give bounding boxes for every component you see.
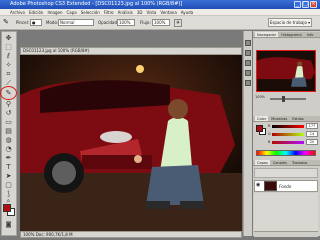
zoom-slider-handle[interactable] <box>282 96 285 102</box>
channel-b-label: B <box>268 140 271 144</box>
opacity-label: Opacidad: <box>98 20 119 25</box>
channel-r-value[interactable]: 177 <box>306 123 318 129</box>
color-foreground-swatch[interactable] <box>256 125 263 132</box>
menu-capa[interactable]: Capa <box>67 10 77 15</box>
tab-histogram[interactable]: Histograma <box>279 32 303 37</box>
document-canvas[interactable] <box>20 55 242 231</box>
tab-navigator[interactable]: Navegador <box>255 32 279 37</box>
mode-select[interactable]: Normal <box>58 19 94 26</box>
layers-tabs: Capas Canales Trazados <box>253 160 320 166</box>
airbrush-icon[interactable]: ✈ <box>174 19 182 27</box>
channel-g-value[interactable]: 14 <box>306 131 318 137</box>
tool-presets-icon[interactable] <box>245 60 251 66</box>
channel-g-slider[interactable] <box>272 133 304 136</box>
tab-paths[interactable]: Trazados <box>290 160 309 165</box>
foreground-color-swatch[interactable] <box>3 204 11 212</box>
menu-vista[interactable]: Vista <box>146 10 156 15</box>
tab-styles[interactable]: Estilos <box>290 116 305 121</box>
menu-ventana[interactable]: Ventana <box>160 10 176 15</box>
layer-thumbnail <box>264 181 277 191</box>
menu-archivo[interactable]: Archivo <box>10 10 25 15</box>
zoom-value[interactable]: 100% <box>255 95 265 99</box>
history-icon[interactable] <box>245 40 251 46</box>
navigator-view-box[interactable] <box>256 50 316 92</box>
channel-b-slider[interactable] <box>272 141 304 144</box>
layers-list-area <box>254 193 318 231</box>
menu-filtro[interactable]: Filtro <box>104 10 114 15</box>
photo-image <box>20 55 242 231</box>
color-tabs: Color Muestras Estilos <box>253 116 320 122</box>
tab-info[interactable]: Info <box>305 32 316 37</box>
workspace-button[interactable]: Espacio de trabajo ▾ <box>268 18 312 27</box>
menu-analisis[interactable]: Análisis <box>118 10 133 15</box>
channel-g-label: G <box>268 132 271 136</box>
tab-layers[interactable]: Capas <box>255 160 270 165</box>
opacity-field[interactable]: 100% <box>117 19 135 26</box>
window-title: Adobe Photoshop CS3 Extended - [DSC01123… <box>0 0 320 9</box>
menu-edicion[interactable]: Edición <box>29 10 43 15</box>
brushes-icon[interactable] <box>245 70 251 76</box>
tab-swatches[interactable]: Muestras <box>269 116 289 121</box>
quick-mask-icon[interactable]: ◙ <box>3 220 14 230</box>
document-tab[interactable]: DSC01123.jpg al 100% (RGB/8#) <box>20 47 242 55</box>
menu-3d[interactable]: 3D <box>137 10 143 15</box>
minimize-icon[interactable]: _ <box>294 1 301 8</box>
maximize-icon[interactable]: □ <box>302 1 309 8</box>
flow-field[interactable]: 100% <box>152 19 170 26</box>
brush-size-picker[interactable]: ● <box>30 19 42 26</box>
layers-options-row <box>254 168 318 178</box>
layers-footer <box>254 231 318 237</box>
flow-label: Flujo: <box>140 20 151 25</box>
brush-preset-icon[interactable]: ✎ <box>3 18 12 27</box>
eye-icon[interactable]: ◉ <box>256 182 260 188</box>
document-status: 100% Doc: 900,7K/1,8 M <box>20 231 242 238</box>
color-spectrum[interactable] <box>256 150 316 156</box>
layer-name[interactable]: Fondo <box>279 184 291 189</box>
menu-seleccion[interactable]: Selección <box>81 10 100 15</box>
close-icon[interactable]: × <box>310 1 317 8</box>
menu-bar: Archivo Edición Imagen Capa Selección Fi… <box>0 9 320 16</box>
mode-label: Modo: <box>46 20 59 25</box>
selected-tool-highlight <box>0 86 17 100</box>
clone-source-icon[interactable] <box>245 80 251 86</box>
tab-color[interactable]: Color <box>255 116 269 121</box>
channel-r-label: R <box>268 124 271 128</box>
channel-r-slider[interactable] <box>272 125 304 128</box>
brush-size-label: Pincel: <box>16 20 30 25</box>
tab-channels[interactable]: Canales <box>271 160 289 165</box>
menu-imagen[interactable]: Imagen <box>47 10 62 15</box>
zoom-slider[interactable] <box>270 98 306 100</box>
menu-ayuda[interactable]: Ayuda <box>181 10 193 15</box>
channel-b-value[interactable]: 20 <box>306 139 318 145</box>
actions-icon[interactable] <box>245 50 251 56</box>
navigator-tabs: Navegador Histograma Info <box>253 32 320 38</box>
